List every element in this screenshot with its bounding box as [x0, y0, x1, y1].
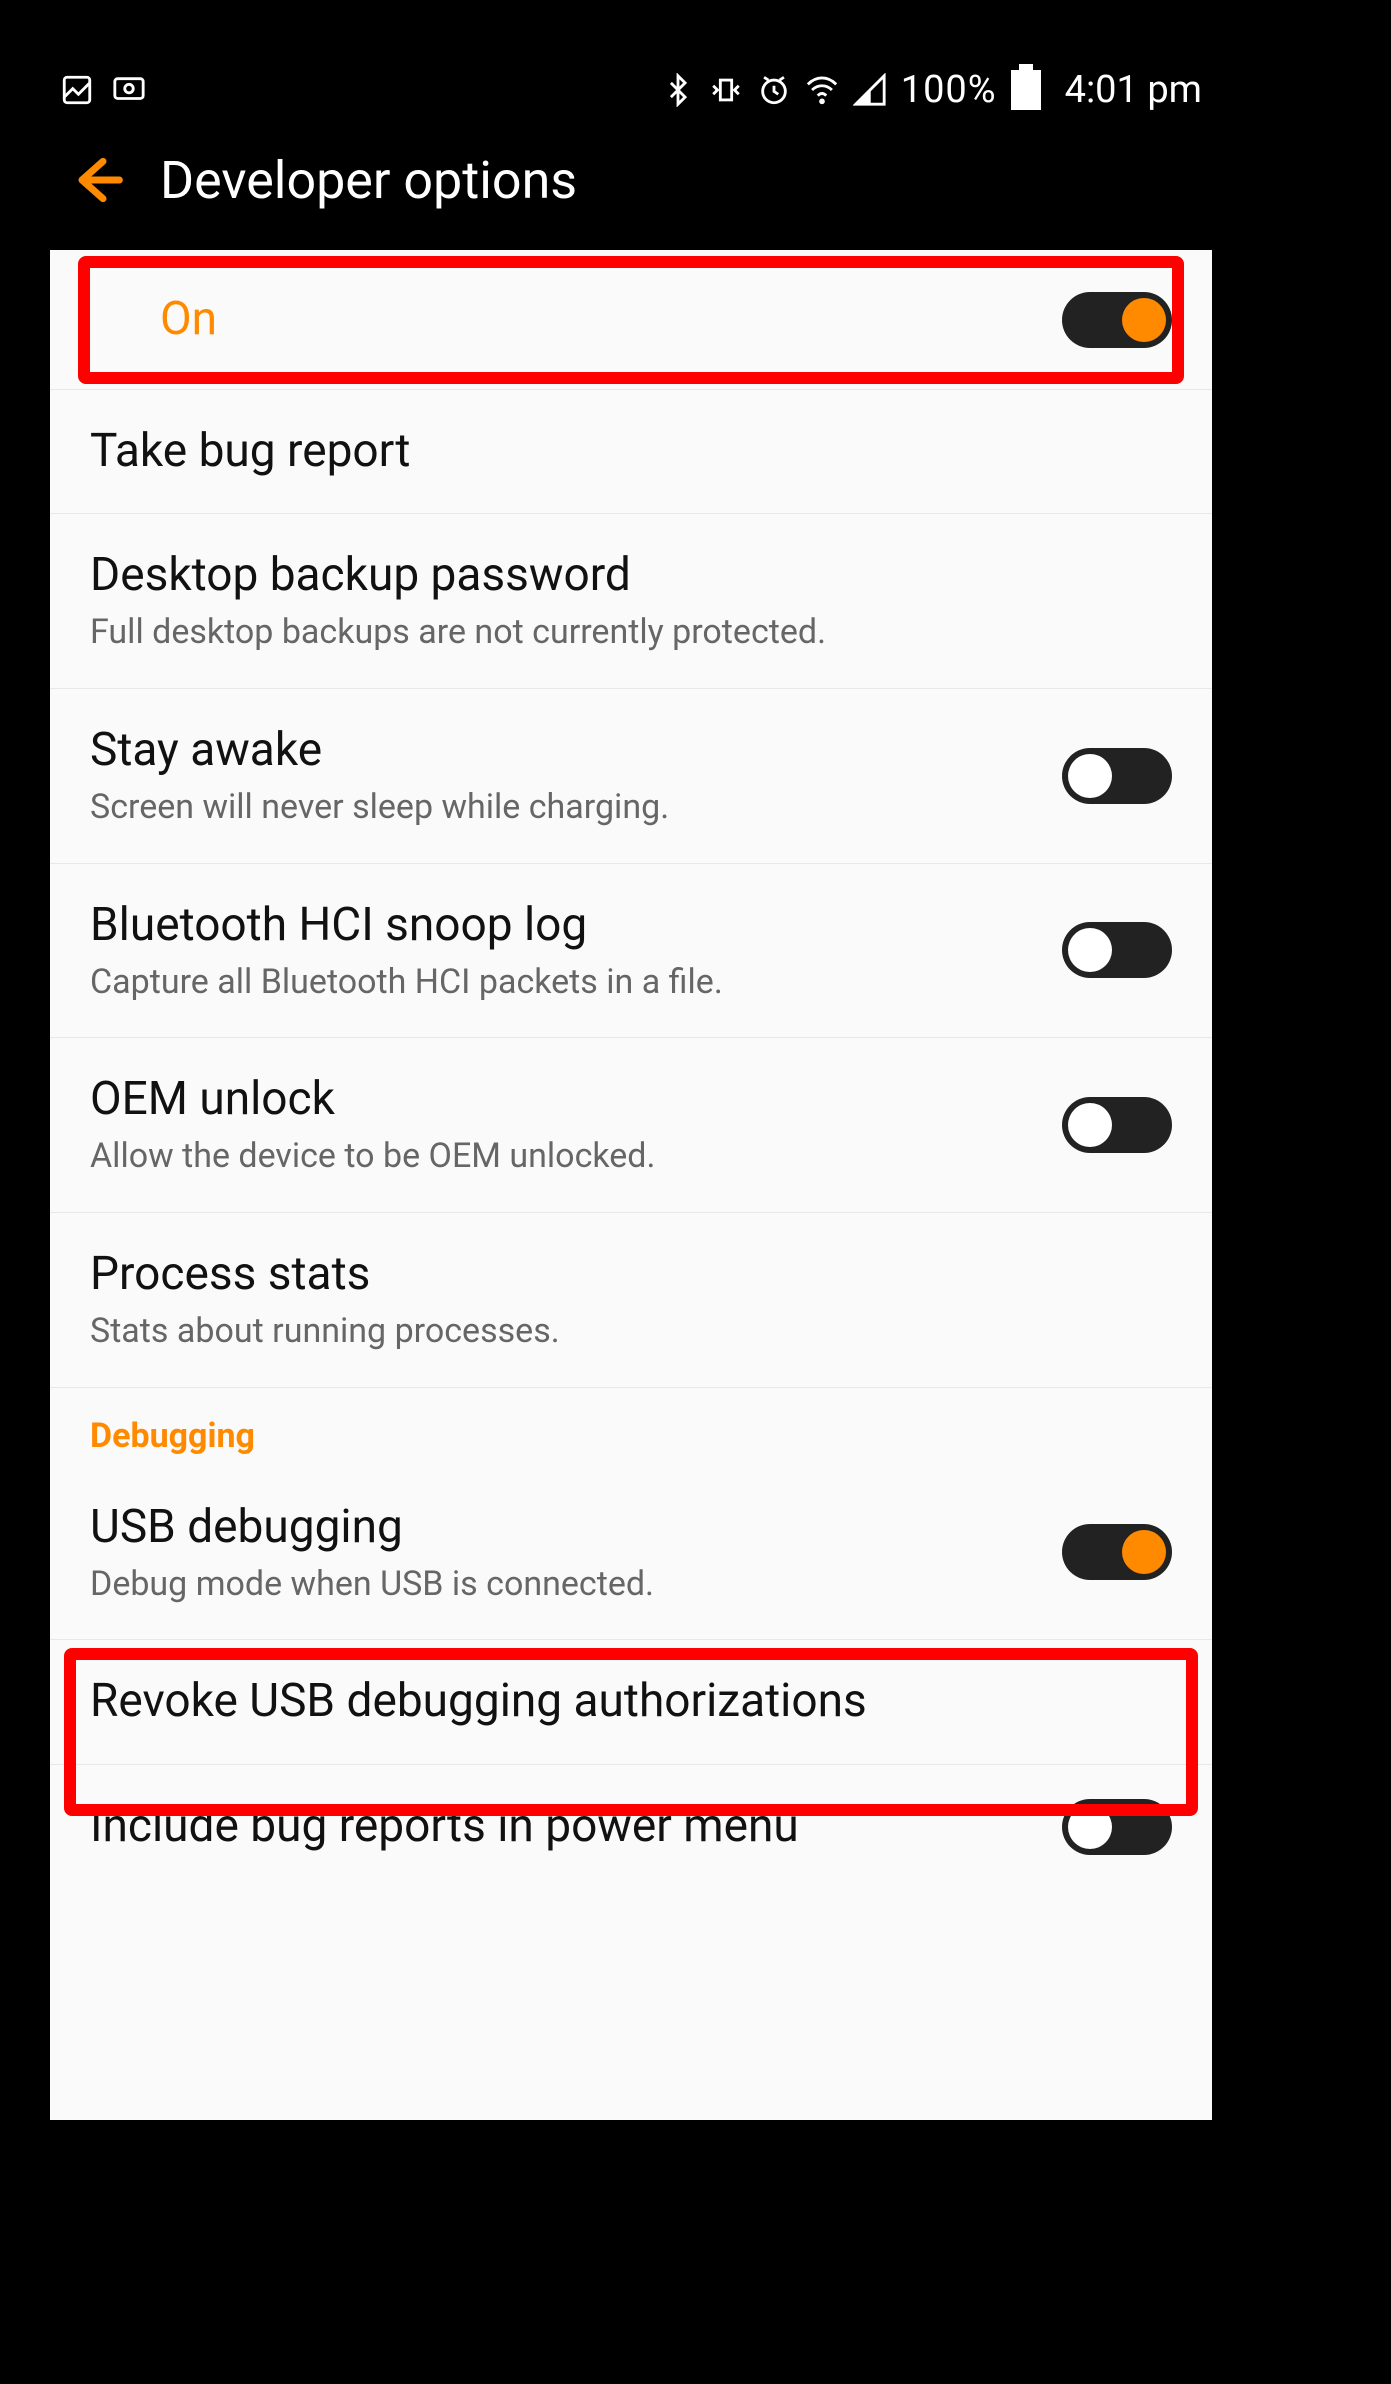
item-subtitle: Capture all Bluetooth HCI packets in a f… — [90, 961, 1042, 1004]
wifi-icon — [805, 73, 839, 107]
item-title: Stay awake — [90, 723, 1042, 778]
signal-icon — [853, 73, 887, 107]
stay-awake-switch[interactable] — [1062, 748, 1172, 804]
item-title: Bluetooth HCI snoop log — [90, 898, 1042, 953]
include-bug-reports-power-menu[interactable]: Include bug reports in power menu — [50, 1765, 1212, 1915]
content-area: On Take bug report Desktop backup passwo… — [50, 250, 1212, 2120]
item-subtitle: Stats about running processes. — [90, 1310, 1172, 1353]
stay-awake[interactable]: Stay awake Screen will never sleep while… — [50, 689, 1212, 864]
section-header-debugging: Debugging — [50, 1388, 1212, 1466]
item-title: Take bug report — [90, 424, 1172, 479]
oem-unlock-switch[interactable] — [1062, 1097, 1172, 1153]
usb-debugging[interactable]: USB debugging Debug mode when USB is con… — [50, 1466, 1212, 1641]
item-title: Revoke USB debugging authorizations — [90, 1674, 1172, 1729]
revoke-usb-debugging[interactable]: Revoke USB debugging authorizations — [50, 1640, 1212, 1764]
item-subtitle: Allow the device to be OEM unlocked. — [90, 1135, 1042, 1178]
developer-options-master-toggle[interactable]: On — [50, 250, 1212, 390]
bluetooth-icon — [661, 73, 695, 107]
master-toggle-label: On — [160, 292, 1042, 347]
item-title: Desktop backup password — [90, 548, 1172, 603]
master-toggle-switch[interactable] — [1062, 292, 1172, 348]
desktop-backup-password[interactable]: Desktop backup password Full desktop bac… — [50, 514, 1212, 689]
item-title: Include bug reports in power menu — [90, 1799, 1042, 1854]
alarm-icon — [757, 73, 791, 107]
oem-unlock[interactable]: OEM unlock Allow the device to be OEM un… — [50, 1038, 1212, 1213]
bug-reports-power-menu-switch[interactable] — [1062, 1799, 1172, 1855]
battery-icon — [1011, 70, 1041, 110]
item-title: USB debugging — [90, 1500, 1042, 1555]
vibrate-icon — [709, 73, 743, 107]
battery-percent: 100% — [901, 68, 997, 112]
item-title: Process stats — [90, 1247, 1172, 1302]
image-icon — [60, 73, 94, 107]
usb-debugging-switch[interactable] — [1062, 1524, 1172, 1580]
item-subtitle: Debug mode when USB is connected. — [90, 1563, 1042, 1606]
cast-icon — [112, 73, 146, 107]
process-stats[interactable]: Process stats Stats about running proces… — [50, 1213, 1212, 1388]
status-bar: 100% 4:01 pm — [50, 60, 1212, 120]
bluetooth-snoop-switch[interactable] — [1062, 922, 1172, 978]
item-subtitle: Screen will never sleep while charging. — [90, 786, 1042, 829]
item-subtitle: Full desktop backups are not currently p… — [90, 611, 1172, 654]
item-title: OEM unlock — [90, 1072, 1042, 1127]
device-frame: 100% 4:01 pm Developer options On Take b… — [50, 60, 1212, 2120]
bluetooth-hci-snoop-log[interactable]: Bluetooth HCI snoop log Capture all Blue… — [50, 864, 1212, 1039]
page-title: Developer options — [160, 150, 577, 211]
app-header: Developer options — [50, 120, 1212, 240]
status-time: 4:01 pm — [1065, 68, 1202, 112]
back-button[interactable] — [68, 152, 124, 208]
take-bug-report[interactable]: Take bug report — [50, 390, 1212, 514]
